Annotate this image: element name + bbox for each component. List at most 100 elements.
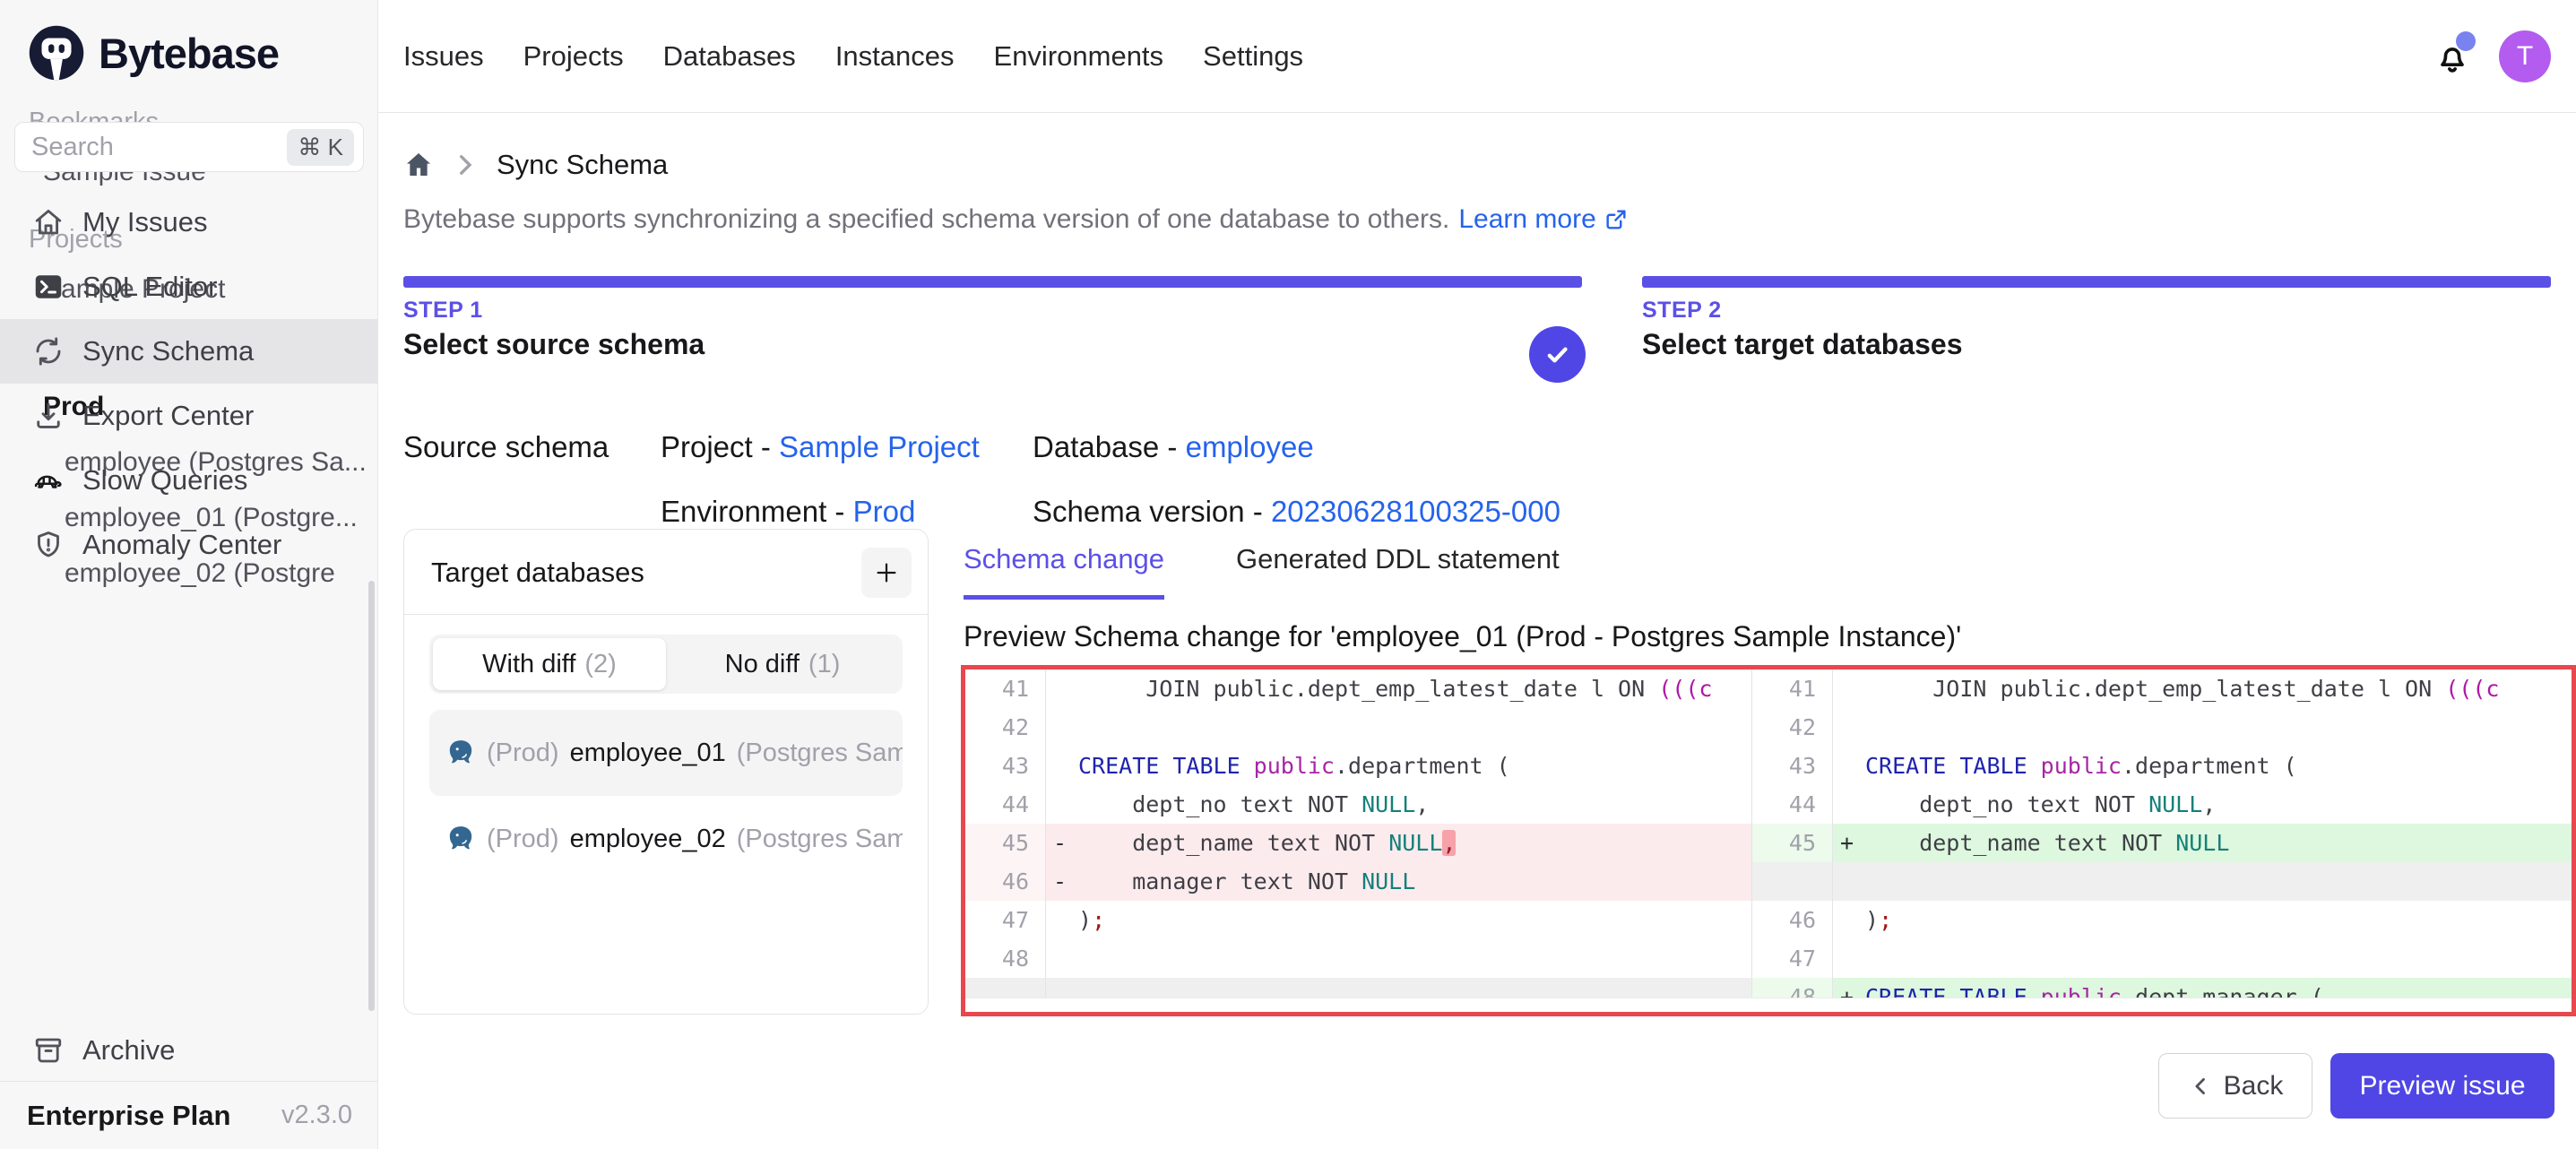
- sidebar-item-export-center[interactable]: Export Center: [0, 384, 377, 448]
- preview-issue-button[interactable]: Preview issue: [2330, 1053, 2554, 1119]
- brand-logo[interactable]: Bytebase: [0, 0, 377, 82]
- notifications-button[interactable]: [2433, 37, 2472, 76]
- diff-row-41: 41 JOIN public.dept_emp_latest_date l ON…: [965, 670, 1751, 708]
- avatar[interactable]: T: [2499, 30, 2551, 82]
- nav-item-environments[interactable]: Environments: [994, 40, 1164, 73]
- line-number: [965, 978, 1046, 998]
- home-icon: [32, 206, 65, 238]
- code-line: manager text NOT NULL: [1078, 868, 1415, 894]
- version-link[interactable]: 20230628100325-000: [1271, 495, 1560, 528]
- version-label: Schema version -: [1033, 495, 1271, 528]
- nav-item-databases[interactable]: Databases: [663, 40, 796, 73]
- diff-row-43: 43 CREATE TABLE public.department (: [965, 747, 1751, 785]
- sidebar-item-label: Slow Queries: [82, 464, 247, 497]
- tab-schema-change[interactable]: Schema change: [964, 543, 1164, 600]
- diff-row-44: 44 dept_no text NOT NULL,: [965, 785, 1751, 824]
- preview-tabs: Schema change Generated DDL statement: [964, 543, 1560, 600]
- code-line: CREATE TABLE public.dept_manager (: [1865, 984, 2324, 998]
- tab-generated-ddl-statement[interactable]: Generated DDL statement: [1236, 543, 1560, 600]
- nav-item-issues[interactable]: Issues: [403, 40, 484, 73]
- sidebar-item-label: Anomaly Center: [82, 529, 281, 561]
- learn-more-label: Learn more: [1458, 204, 1595, 235]
- diff-marker: [1833, 785, 1865, 824]
- learn-more-link[interactable]: Learn more: [1458, 204, 1628, 235]
- environment-link[interactable]: Prod: [853, 495, 916, 528]
- sidebar-item-my-issues[interactable]: My Issues: [0, 190, 377, 255]
- sidebar-item-sync-schema[interactable]: Sync Schema: [0, 319, 377, 384]
- diff-row-47: 47: [1752, 939, 2572, 978]
- target-databases-card: Target databases With diff(2)No diff(1) …: [403, 529, 929, 1015]
- nav-item-projects[interactable]: Projects: [523, 40, 624, 73]
- step1-check-icon: [1529, 326, 1586, 383]
- db-instance: (Postgres Samp...: [737, 825, 903, 854]
- sidebar-item-archive[interactable]: Archive: [0, 1022, 377, 1079]
- diff-pane-source[interactable]: 41 JOIN public.dept_emp_latest_date l ON…: [965, 670, 1751, 998]
- project-label: Project -: [661, 430, 779, 463]
- diff-marker: [1046, 747, 1078, 785]
- step1-label: STEP 1: [403, 298, 483, 324]
- code-line: dept_no text NOT NULL,: [1078, 791, 1429, 817]
- brand-name: Bytebase: [99, 29, 279, 78]
- step2-progress-bar: [1642, 276, 2551, 288]
- search-input[interactable]: Search ⌘ K: [14, 122, 364, 172]
- diff-row-46: 46- manager text NOT NULL: [965, 862, 1751, 901]
- bytebase-logo-icon: [27, 23, 86, 82]
- step2-title: Select target databases: [1642, 328, 1963, 361]
- search-shortcut-badge: ⌘ K: [287, 129, 354, 166]
- plan-version: v2.3.0: [281, 1101, 352, 1130]
- line-number: 48: [1752, 978, 1833, 998]
- diff-marker: -: [1046, 824, 1078, 862]
- filter-tab-label: No diff: [725, 650, 800, 679]
- db-environment: (Prod): [487, 825, 559, 854]
- sidebar-item-anomaly-center[interactable]: Anomaly Center: [0, 513, 377, 577]
- line-number: 42: [965, 708, 1046, 747]
- target-db-item-employee_01[interactable]: (Prod) employee_01 (Postgres Sampl...: [429, 710, 903, 796]
- home-icon[interactable]: [403, 150, 434, 180]
- source-schema-heading: Source schema: [403, 430, 609, 464]
- diff-marker: [1833, 708, 1865, 747]
- db-environment: (Prod): [487, 739, 559, 768]
- sidebar-scrollbar[interactable]: [368, 581, 375, 1011]
- diff-marker: [1833, 747, 1865, 785]
- download-icon: [32, 400, 65, 432]
- source-project: Project - Sample Project: [661, 430, 980, 464]
- breadcrumb: Sync Schema: [403, 149, 668, 181]
- code-line: CREATE TABLE public.department (: [1078, 753, 1510, 779]
- add-target-database-button[interactable]: [861, 548, 912, 598]
- filter-tab-with-diff[interactable]: With diff(2): [433, 638, 666, 690]
- diff-horizontal-scrollbar[interactable]: [965, 998, 2572, 1012]
- diff-marker: -: [1046, 862, 1078, 901]
- postgres-icon: [445, 824, 476, 854]
- sidebar: Bytebase Search ⌘ K My IssuesSQL Editor S…: [0, 0, 378, 1149]
- code-line: JOIN public.dept_emp_latest_date l ON ((…: [1865, 676, 2499, 702]
- environment-label: Environment -: [661, 495, 853, 528]
- diff-row-48: 48: [965, 939, 1751, 978]
- diff-pane-target[interactable]: 41 JOIN public.dept_emp_latest_date l ON…: [1751, 670, 2572, 998]
- code-line: dept_name text NOT NULL: [1865, 830, 2229, 856]
- chevron-left-icon: [2188, 1074, 2213, 1099]
- diff-row-47: 47);: [965, 901, 1751, 939]
- line-number: 43: [965, 747, 1046, 785]
- nav-item-settings[interactable]: Settings: [1203, 40, 1303, 73]
- source-environment: Environment - Prod: [661, 495, 915, 529]
- sidebar-item-slow-queries[interactable]: Slow Queries: [0, 448, 377, 513]
- diff-marker: [1833, 862, 1865, 901]
- back-label: Back: [2224, 1071, 2284, 1101]
- diff-marker: +: [1833, 978, 1865, 998]
- target-db-item-employee_02[interactable]: (Prod) employee_02 (Postgres Samp...: [429, 796, 903, 882]
- database-link[interactable]: employee: [1186, 430, 1314, 463]
- code-line: );: [1078, 907, 1105, 933]
- db-instance: (Postgres Sampl...: [737, 739, 903, 768]
- sidebar-item-sql-editor[interactable]: SQL Editor: [0, 255, 377, 319]
- back-button[interactable]: Back: [2158, 1053, 2312, 1119]
- project-link[interactable]: Sample Project: [779, 430, 980, 463]
- line-number: 42: [1752, 708, 1833, 747]
- target-database-list: (Prod) employee_01 (Postgres Sampl... (P…: [429, 710, 903, 882]
- line-number: 45: [965, 824, 1046, 862]
- source-version: Schema version - 20230628100325-000: [1033, 495, 1560, 529]
- filter-tab-no-diff[interactable]: No diff(1): [666, 638, 899, 690]
- sidebar-item-label: Sync Schema: [82, 335, 254, 367]
- diff-row-45: 45+ dept_name text NOT NULL: [1752, 824, 2572, 862]
- nav-item-instances[interactable]: Instances: [835, 40, 955, 73]
- diff-marker: [1046, 978, 1078, 998]
